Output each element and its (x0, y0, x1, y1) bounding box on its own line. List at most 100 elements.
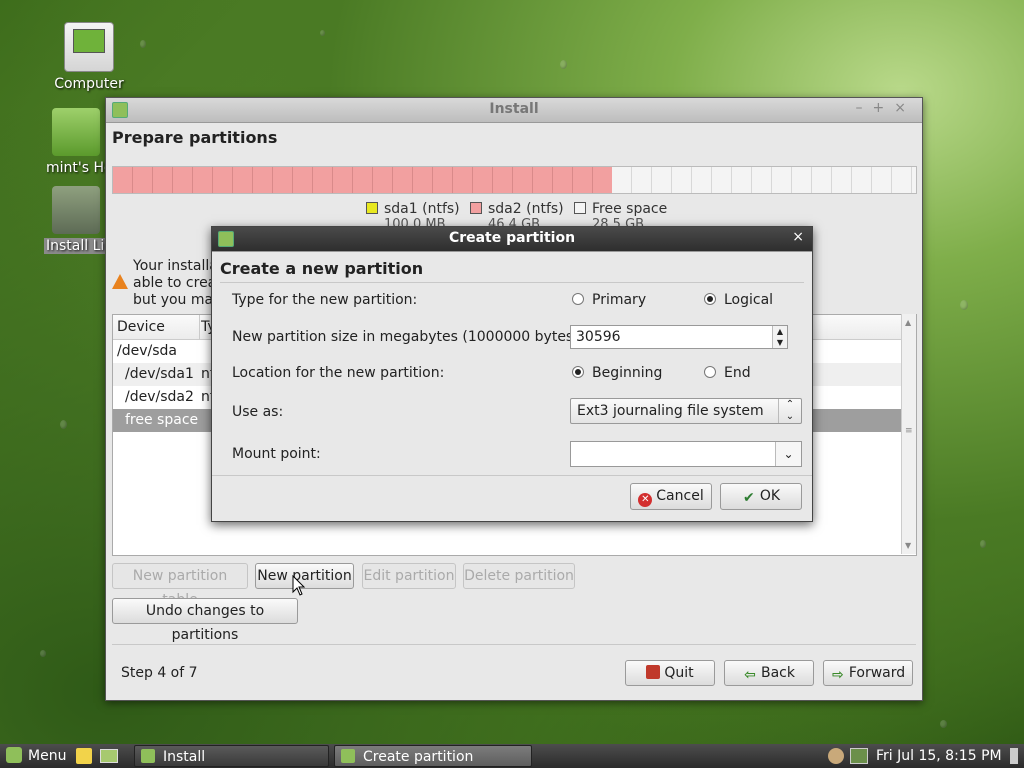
close-icon[interactable]: × (792, 229, 804, 245)
legend-sda2: sda2 (ntfs) 46.4 GB (470, 201, 564, 232)
ok-button[interactable]: ✔ OK (720, 483, 802, 510)
scroll-down-icon[interactable]: ▼ (905, 541, 911, 550)
water-droplet (960, 300, 968, 310)
mouse-cursor-icon (292, 575, 306, 596)
table-scrollbar[interactable]: ▲ ≡ ▼ (901, 314, 916, 554)
water-droplet (980, 540, 986, 548)
menu-button[interactable]: Menu (6, 746, 66, 766)
legend-sda1: sda1 (ntfs) 100.0 MB (366, 201, 460, 232)
warning-text-line: Your installa (133, 258, 218, 274)
water-droplet (560, 60, 567, 69)
taskbar-window-create-partition[interactable]: Create partition (334, 745, 532, 767)
type-primary-radio[interactable]: Primary (572, 292, 646, 308)
back-button[interactable]: ⇦ Back (724, 660, 814, 686)
water-droplet (320, 30, 325, 36)
back-arrow-icon: ⇦ (744, 667, 756, 683)
legend-free-space: Free space 28.5 GB (574, 201, 667, 232)
separator (112, 644, 916, 645)
forward-button[interactable]: ⇨ Forward (823, 660, 913, 686)
radio-selected-icon (704, 293, 716, 305)
device-cell: /dev/sda (117, 343, 177, 359)
minimize-icon[interactable]: – (856, 100, 873, 116)
location-end-radio[interactable]: End (704, 365, 751, 381)
warning-text-line: but you may (133, 292, 222, 308)
undo-changes-button[interactable]: Undo changes to partitions (112, 598, 298, 643)
mount-point-label: Mount point: (232, 446, 321, 462)
desktop-icon-label: Install Linux Mint (44, 238, 108, 254)
radio-selected-icon (572, 366, 584, 378)
quit-button[interactable]: Quit (625, 660, 715, 686)
window-titlebar[interactable]: Install –+× (106, 98, 922, 123)
radio-icon (572, 293, 584, 305)
disk-usage-bar (112, 166, 917, 194)
mint-menu-icon (6, 747, 22, 763)
warning-text-line: able to crea (133, 275, 217, 291)
checkmark-icon: ✔ (743, 490, 755, 506)
create-partition-dialog: Create partition × Create a new partitio… (211, 226, 813, 522)
use-as-select[interactable]: Ext3 journaling file system ⌃ ⌄ (570, 398, 802, 424)
cancel-button[interactable]: ✕ Cancel (630, 483, 712, 510)
maximize-icon[interactable]: + (873, 100, 895, 116)
mint-app-icon (341, 749, 355, 763)
water-droplet (60, 420, 67, 429)
legend-swatch (574, 202, 586, 214)
column-header-device[interactable]: Device (117, 319, 165, 335)
water-droplet (140, 40, 146, 48)
computer-icon (64, 22, 114, 72)
disk-segment-sda2 (113, 167, 613, 193)
use-as-label: Use as: (232, 404, 284, 420)
forward-arrow-icon: ⇨ (831, 667, 844, 683)
disk-segment-free (612, 167, 916, 193)
show-desktop-icon[interactable] (100, 749, 118, 763)
taskbar: Menu Install Create partition Fri Jul 15… (0, 744, 1024, 768)
network-icon[interactable] (850, 748, 868, 764)
desktop-icon-label: mint's Home (46, 160, 108, 176)
window-title: Install (489, 101, 539, 117)
separator (220, 282, 804, 283)
water-droplet (40, 650, 46, 657)
step-indicator: Step 4 of 7 (121, 665, 198, 681)
device-cell: /dev/sda1 (125, 366, 194, 382)
type-logical-radio[interactable]: Logical (704, 292, 773, 308)
desktop-icon-home[interactable]: mint's Home (44, 108, 108, 176)
tray-handle[interactable] (1010, 748, 1018, 764)
spin-up-icon[interactable]: ▲ (773, 326, 787, 337)
desktop-icon-label: Computer (54, 76, 124, 92)
chevron-down-icon[interactable]: ⌄ (775, 442, 801, 466)
mount-point-combo[interactable]: ⌄ (570, 441, 802, 467)
size-label: New partition size in megabytes (1000000… (232, 329, 584, 345)
size-spin-input[interactable]: 30596 ▲ ▼ (570, 325, 788, 349)
device-cell: /dev/sda2 (125, 389, 194, 405)
clock[interactable]: Fri Jul 15, 8:15 PM (876, 746, 1002, 766)
volume-icon[interactable] (828, 748, 844, 764)
new-partition-table-button[interactable]: New partition table (112, 563, 248, 608)
edit-partition-button[interactable]: Edit partition (362, 563, 456, 589)
close-icon[interactable]: × (894, 100, 916, 116)
desktop-icon-install[interactable]: Install Linux Mint (44, 186, 108, 254)
updown-chevron-icon: ⌃ ⌄ (778, 399, 801, 423)
location-beginning-radio[interactable]: Beginning (572, 365, 662, 381)
water-droplet (940, 720, 947, 728)
quit-icon (646, 665, 661, 679)
separator (212, 475, 812, 476)
warning-icon (112, 274, 128, 289)
spin-down-icon[interactable]: ▼ (773, 337, 787, 348)
taskbar-window-install[interactable]: Install (134, 745, 329, 767)
radio-icon (704, 366, 716, 378)
home-folder-icon (52, 108, 100, 156)
legend-swatch (470, 202, 482, 214)
type-label: Type for the new partition: (232, 292, 418, 308)
legend-swatch (366, 202, 378, 214)
spin-buttons[interactable]: ▲ ▼ (772, 326, 787, 348)
linux-mint-icon (52, 186, 100, 234)
dialog-titlebar[interactable]: Create partition × (212, 227, 812, 252)
location-label: Location for the new partition: (232, 365, 445, 381)
text-editor-launcher-icon[interactable] (76, 748, 92, 764)
dialog-title: Create partition (448, 230, 576, 246)
cancel-icon: ✕ (638, 493, 653, 507)
mint-app-icon (141, 749, 155, 763)
device-cell: free space (125, 412, 199, 428)
desktop-icon-computer[interactable]: Computer (44, 22, 134, 92)
scroll-up-icon[interactable]: ▲ (905, 318, 911, 327)
delete-partition-button[interactable]: Delete partition (463, 563, 575, 589)
